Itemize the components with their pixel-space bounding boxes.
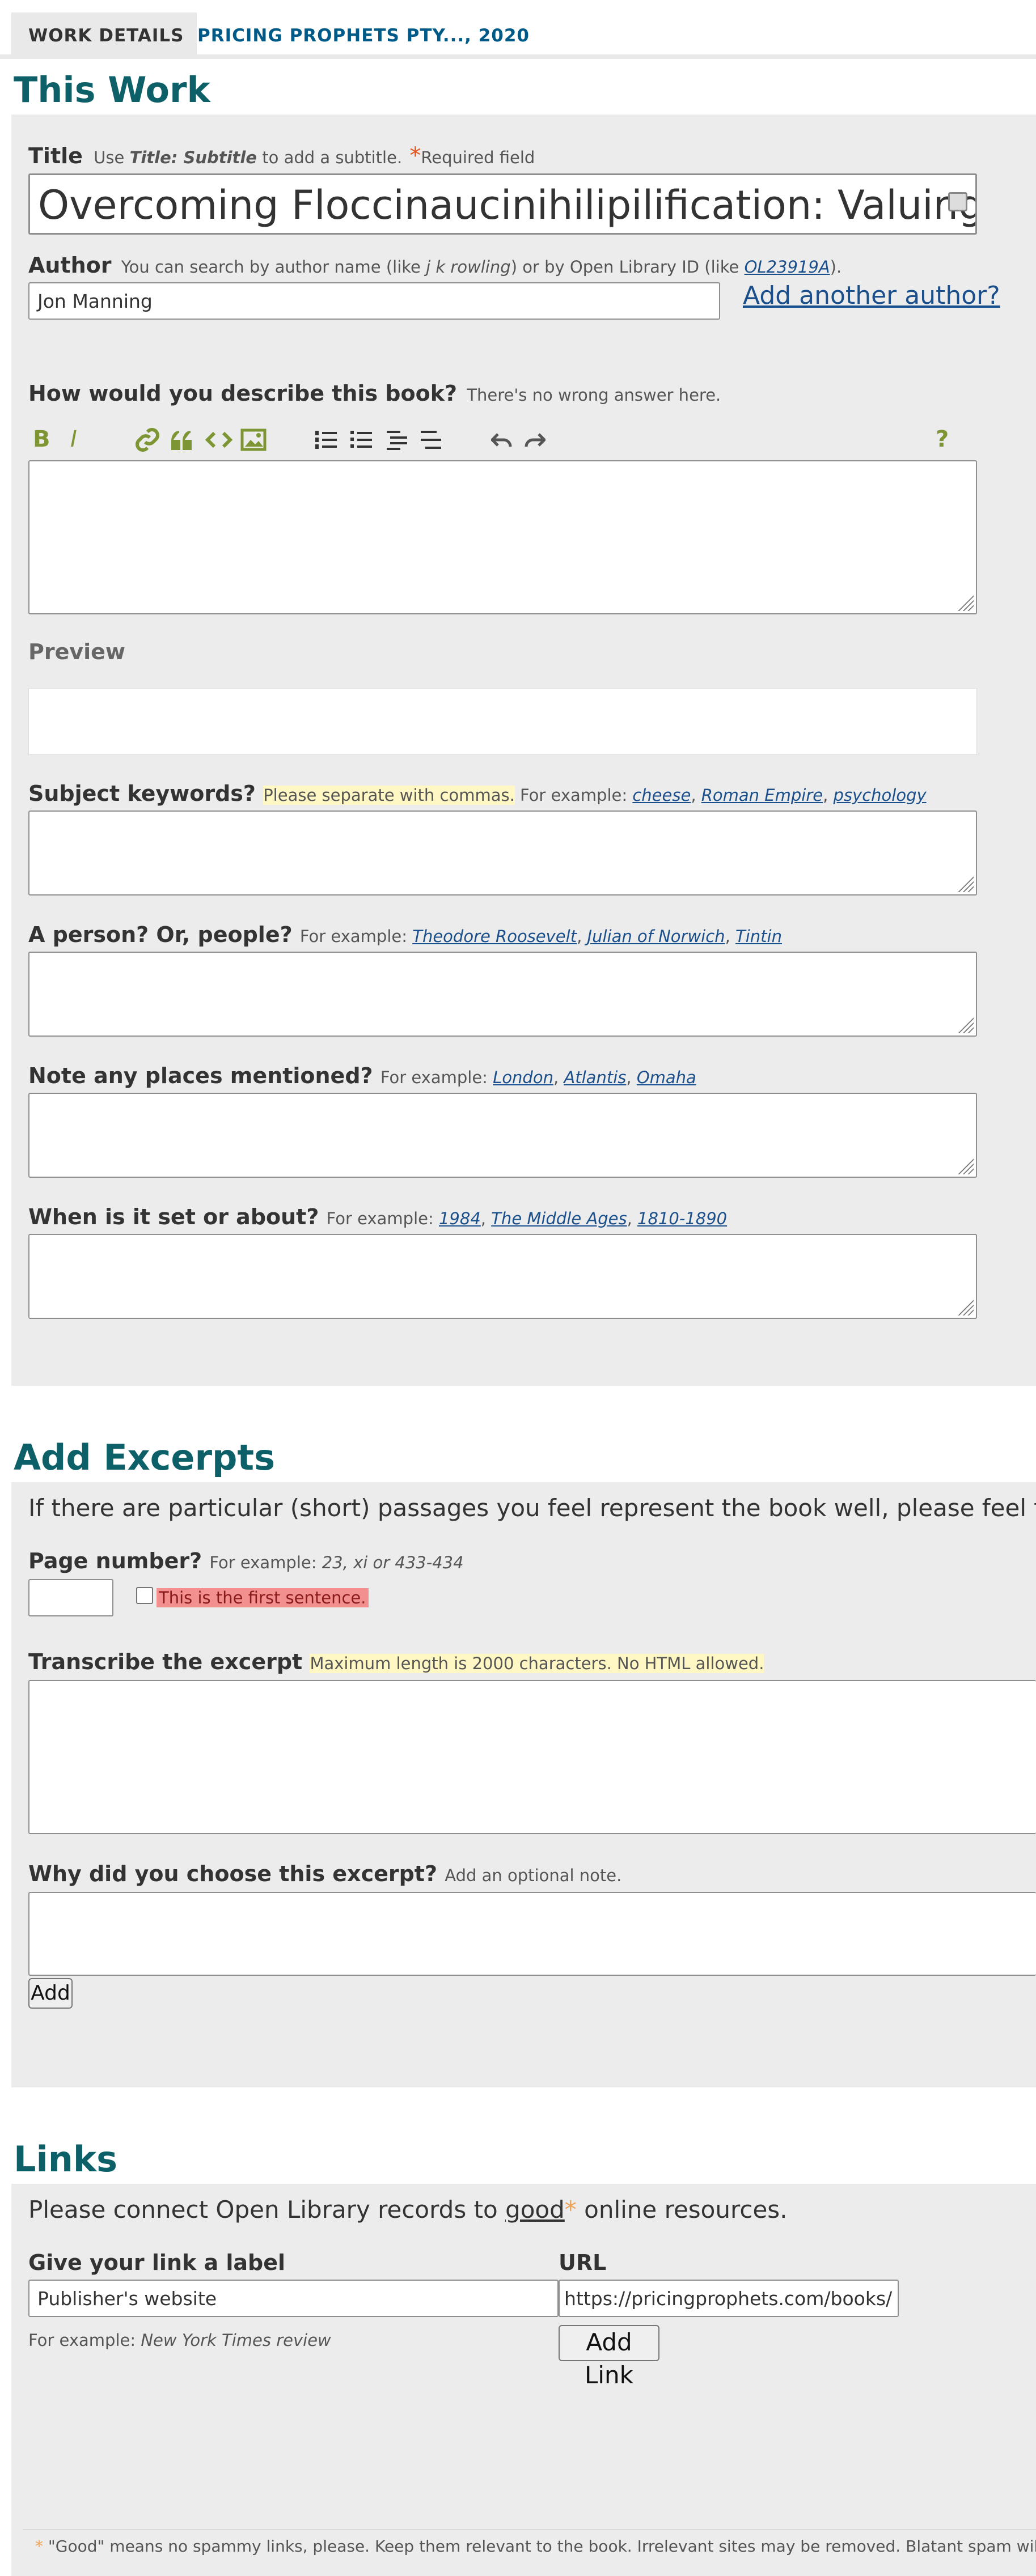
link-label-input[interactable]: Publisher's website — [28, 2280, 559, 2317]
example-link[interactable]: London — [493, 1068, 553, 1087]
first-sentence-checkbox[interactable] — [136, 1587, 153, 1604]
footnote-divider — [23, 2529, 1036, 2530]
bullet-list-icon[interactable] — [348, 428, 373, 451]
subjects-textarea[interactable] — [28, 810, 977, 896]
example-link[interactable]: Omaha — [637, 1068, 696, 1087]
resize-handle-icon[interactable] — [957, 1016, 974, 1033]
excerpts-header: Add Excerpts — [11, 1386, 1036, 1482]
links-section — [11, 2184, 1036, 2576]
this-work-header: This Work — [11, 63, 1036, 114]
help-icon[interactable]: ? — [936, 425, 949, 453]
add-another-author-link[interactable]: Add another author? — [743, 281, 1000, 310]
subjects-label: Subject keywords? Please separate with c… — [28, 781, 927, 806]
title-label: Title Use Title: Subtitle to add a subti… — [28, 143, 535, 169]
author-label: Author You can search by author name (li… — [28, 253, 842, 278]
links-footnote: * "Good" means no spammy links, please. … — [35, 2537, 1036, 2556]
author-input[interactable]: Jon Manning — [28, 282, 720, 320]
description-label: How would you describe this book? There'… — [28, 381, 721, 406]
undo-icon[interactable] — [491, 428, 514, 451]
url-label: URL — [559, 2250, 607, 2275]
example-link[interactable]: psychology — [834, 786, 927, 805]
section-heading-links: Links — [14, 2138, 118, 2180]
required-text: Required field — [421, 148, 535, 167]
required-star: * — [409, 143, 421, 169]
add-link-button[interactable]: Add Link — [559, 2325, 659, 2389]
tab-bar: WORK DETAILS PRICING PROPHETS PTY..., 20… — [0, 0, 1036, 59]
example-link[interactable]: Atlantis — [564, 1068, 626, 1087]
places-label: Note any places mentioned? For example: … — [28, 1063, 696, 1088]
times-label: When is it set or about? For example: 19… — [28, 1204, 728, 1229]
resize-handle-icon[interactable] — [957, 1298, 974, 1315]
why-label: Why did you choose this excerpt? Add an … — [28, 1861, 622, 1886]
section-heading-excerpts: Add Excerpts — [14, 1437, 275, 1478]
link-label-hint: For example: New York Times review — [28, 2331, 331, 2350]
why-textarea[interactable] — [28, 1892, 1036, 1976]
section-heading-this-work: This Work — [14, 69, 210, 111]
resize-handle-icon[interactable] — [957, 875, 974, 892]
people-label: A person? Or, people? For example: Theod… — [28, 922, 782, 947]
example-link[interactable]: Roman Empire — [701, 786, 823, 805]
times-textarea[interactable] — [28, 1234, 977, 1319]
example-link[interactable]: cheese — [632, 786, 691, 805]
page-number-input[interactable] — [28, 1579, 113, 1616]
example-link[interactable]: Julian of Norwich — [587, 927, 725, 946]
example-link[interactable]: 1984 — [439, 1209, 481, 1228]
link-icon[interactable] — [134, 427, 161, 452]
people-textarea[interactable] — [28, 952, 977, 1037]
redo-icon[interactable] — [523, 428, 546, 451]
example-link[interactable]: 1810-1890 — [637, 1209, 727, 1228]
places-textarea[interactable] — [28, 1093, 977, 1178]
description-textarea[interactable] — [28, 460, 977, 614]
first-sentence-label: This is the first sentence. — [157, 1588, 369, 1607]
horizontal-rule-icon[interactable] — [420, 428, 442, 451]
italic-button[interactable]: I — [70, 425, 77, 453]
links-intro: Please connect Open Library records to g… — [28, 2196, 788, 2223]
preview-pane — [28, 688, 977, 755]
autofill-icon[interactable] — [948, 192, 967, 211]
tab-edition[interactable]: PRICING PROPHETS PTY..., 2020 — [181, 12, 546, 59]
quote-icon[interactable] — [170, 430, 195, 450]
links-header: Links — [11, 2087, 1036, 2184]
code-icon[interactable] — [205, 430, 232, 450]
excerpts-intro: If there are particular (short) passages… — [28, 1494, 1036, 1522]
tab-work-details[interactable]: WORK DETAILS — [11, 12, 197, 59]
author-id-example-link[interactable]: OL23919A — [745, 257, 830, 277]
link-label-label: Give your link a label — [28, 2250, 286, 2275]
add-excerpt-button[interactable]: Add — [28, 1978, 73, 2009]
example-link[interactable]: Theodore Roosevelt — [412, 927, 577, 946]
ordered-list-icon[interactable] — [313, 428, 338, 451]
indent-icon[interactable] — [386, 428, 408, 451]
example-link[interactable]: The Middle Ages — [491, 1209, 627, 1228]
resize-handle-icon[interactable] — [957, 594, 974, 611]
bold-button[interactable]: B — [33, 425, 50, 453]
title-input[interactable]: Overcoming Floccinaucinihilipilification… — [28, 173, 977, 235]
image-icon[interactable] — [240, 428, 267, 451]
transcribe-label: Transcribe the excerpt Maximum length is… — [28, 1649, 764, 1674]
excerpt-textarea[interactable] — [28, 1680, 1036, 1834]
page-number-label: Page number? For example: 23, xi or 433-… — [28, 1548, 464, 1573]
url-input[interactable]: https://pricingprophets.com/books/ — [559, 2280, 899, 2317]
example-link[interactable]: Tintin — [735, 927, 782, 946]
preview-label: Preview — [28, 639, 126, 664]
subjects-hint-highlight: Please separate with commas. — [263, 786, 515, 805]
resize-handle-icon[interactable] — [957, 1157, 974, 1174]
